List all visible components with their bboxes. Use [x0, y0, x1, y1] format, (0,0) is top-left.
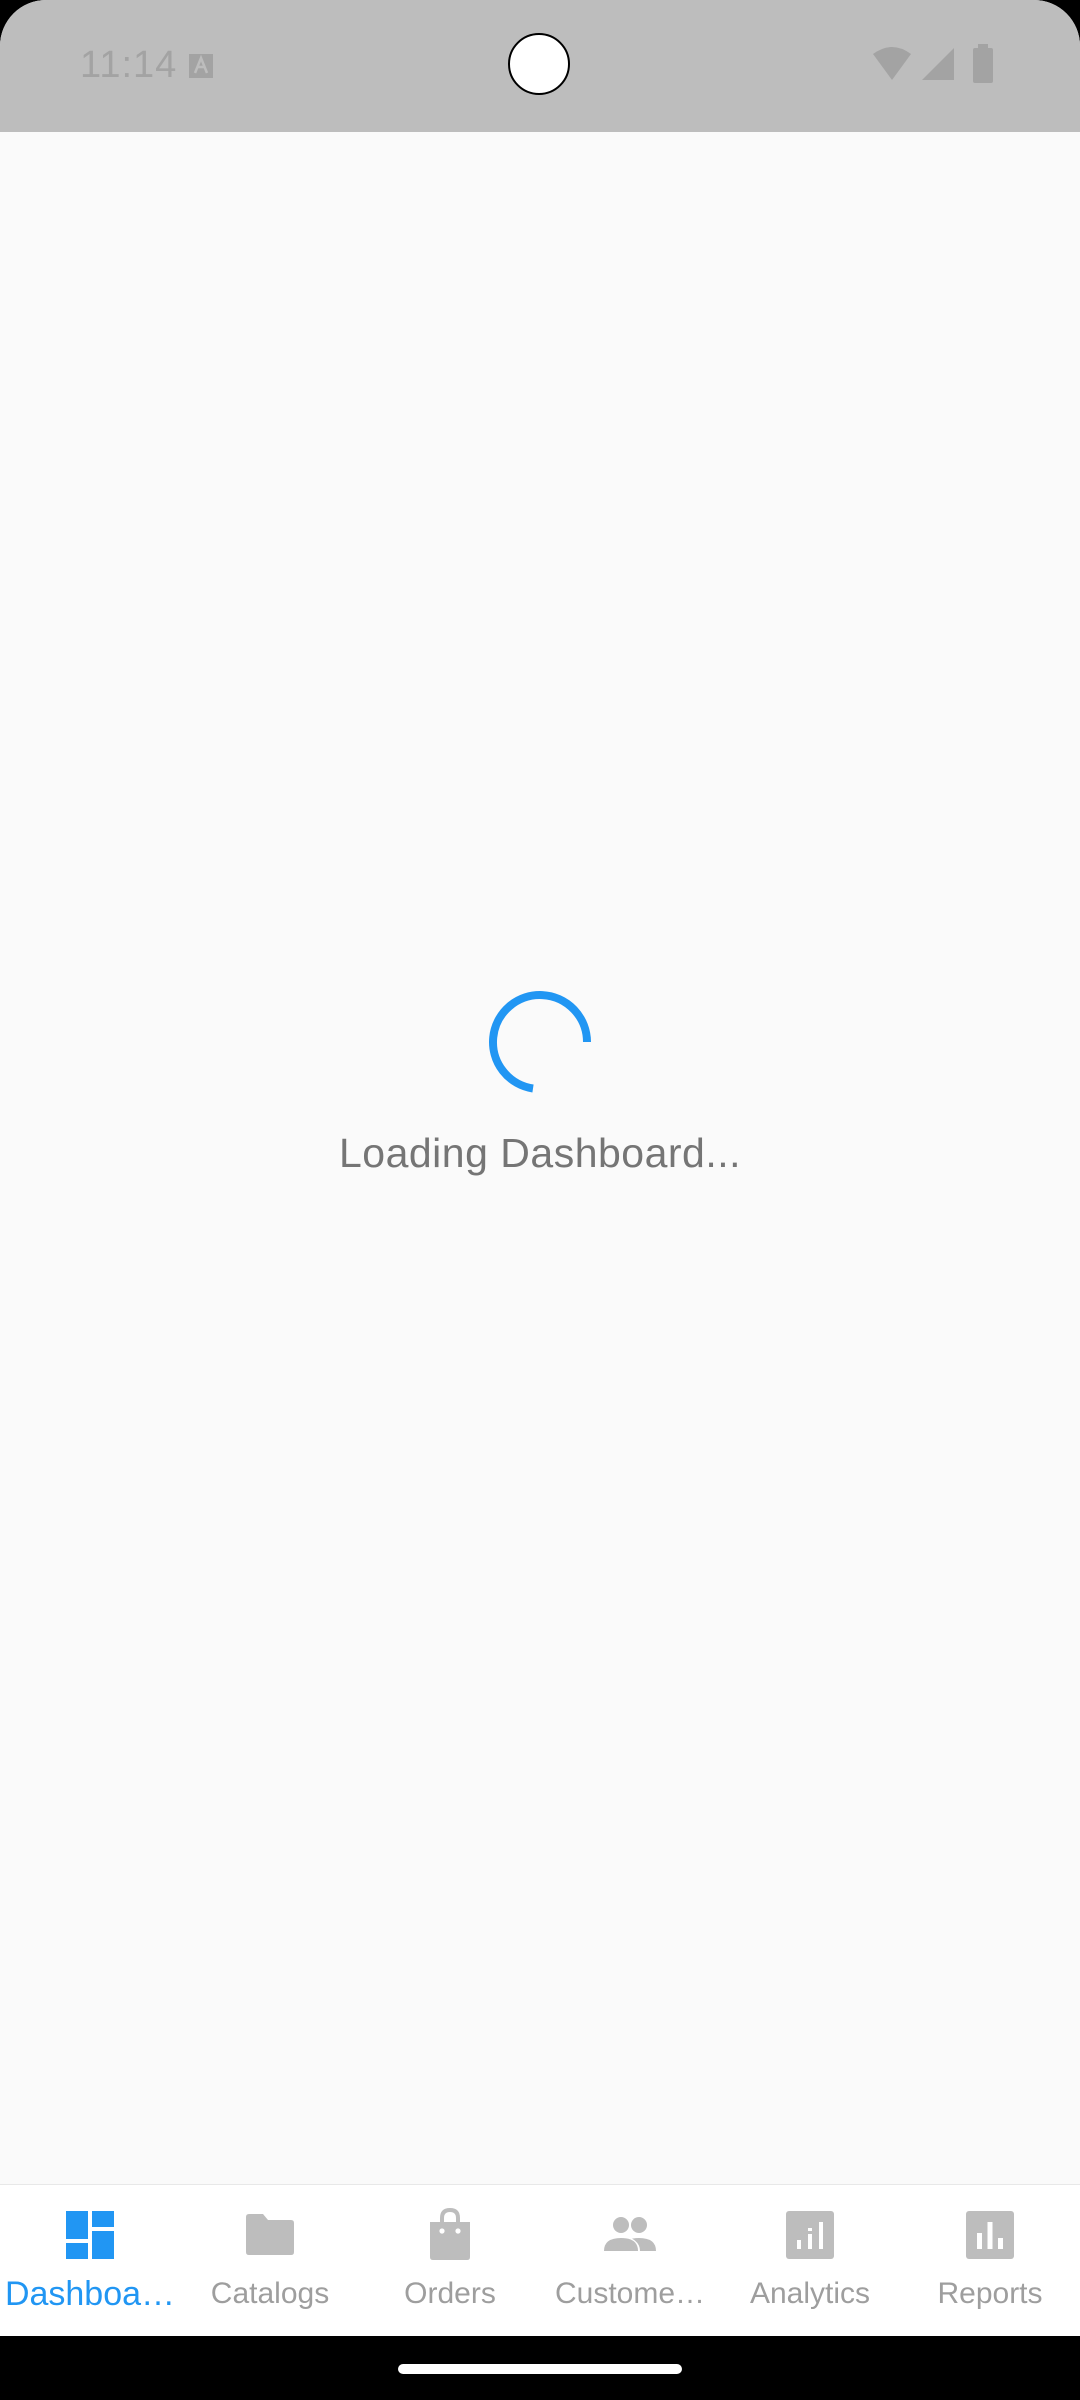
keyboard-a-icon	[188, 53, 214, 79]
home-gesture-handle[interactable]	[398, 2364, 682, 2374]
nav-label-analytics: Analytics	[749, 2277, 871, 2310]
nav-label-dashboard: Dashboa…	[4, 2275, 176, 2313]
spinner-arc	[489, 991, 591, 1093]
nav-item-customers[interactable]: Custome…	[540, 2185, 720, 2336]
app-screen: 11:14 Loading Dashboard... Dashboa… Cata…	[0, 0, 1080, 2336]
nav-item-orders[interactable]: Orders	[360, 2185, 540, 2336]
bottom-navigation: Dashboa… Catalogs Orders Custome… Analyt…	[0, 2184, 1080, 2336]
loading-text: Loading Dashboard...	[338, 1130, 742, 1176]
nav-item-analytics[interactable]: Analytics	[720, 2185, 900, 2336]
gesture-nav-area	[0, 2336, 1080, 2400]
shopping-bag-icon	[430, 2207, 470, 2260]
nav-label-orders: Orders	[404, 2277, 496, 2310]
device-frame: 11:14 Loading Dashboard... Dashboa… Cata…	[0, 0, 1080, 2400]
nav-label-customers: Custome…	[554, 2277, 706, 2310]
dashboard-icon	[66, 2211, 114, 2259]
nav-item-reports[interactable]: Reports	[900, 2185, 1080, 2336]
nav-item-catalogs[interactable]: Catalogs	[180, 2185, 360, 2336]
bar-chart-icon	[966, 2211, 1014, 2259]
folder-icon	[246, 2214, 294, 2255]
status-bar: 11:14	[0, 0, 1080, 132]
camera-cutout	[508, 33, 570, 95]
people-icon	[604, 2217, 656, 2251]
nav-label-reports: Reports	[937, 2277, 1043, 2310]
nav-label-catalogs: Catalogs	[210, 2277, 330, 2310]
nav-item-dashboard[interactable]: Dashboa…	[0, 2185, 180, 2336]
status-time: 11:14	[80, 44, 178, 86]
loading-spinner	[489, 991, 591, 1093]
analytics-icon	[786, 2211, 834, 2259]
